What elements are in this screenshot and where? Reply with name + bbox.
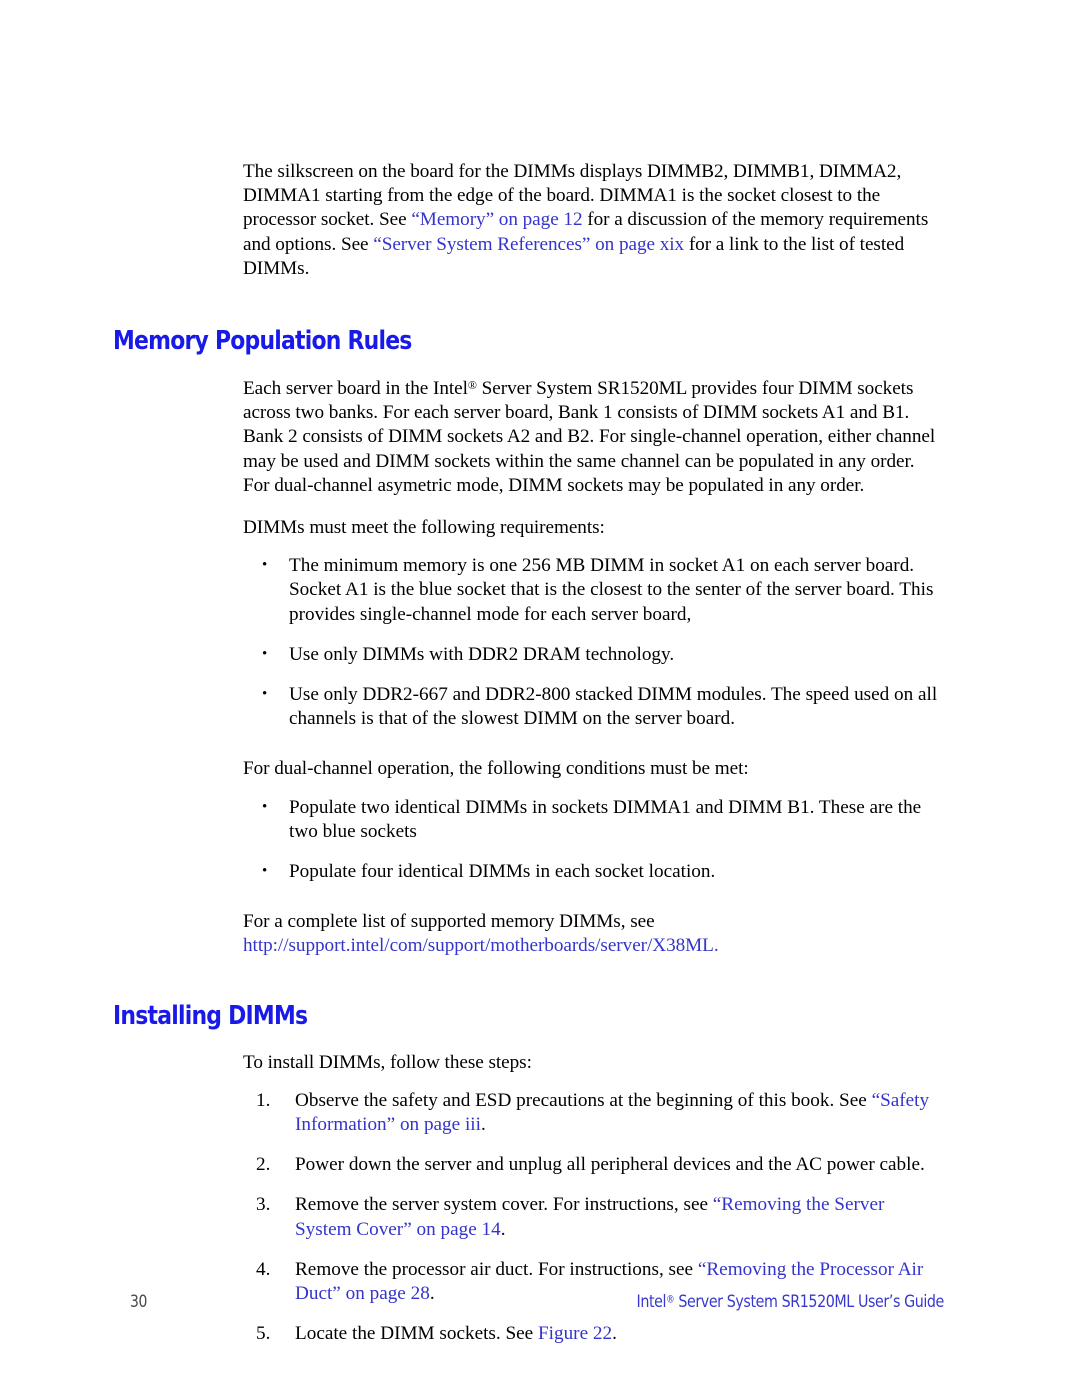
memory-rules-paragraph: Each server board in the Intel® Server S… (243, 377, 943, 498)
supported-dimms-period: . (713, 935, 719, 957)
step-text-after: . (480, 1114, 486, 1136)
footer-title-rest: Server System SR1520ML User’s Guide (674, 1292, 944, 1312)
list-item: Power down the server and unplug all per… (243, 1153, 943, 1177)
page-content: The silkscreen on the board for the DIMM… (113, 160, 943, 1363)
document-page: The silkscreen on the board for the DIMM… (0, 0, 1080, 1397)
step-text-before: Locate the DIMM sockets. See (295, 1323, 538, 1345)
server-system-references-link[interactable]: “Server System References” on page xix (373, 234, 684, 255)
step-text-before: Remove the server system cover. For inst… (295, 1194, 713, 1216)
list-item: Use only DIMMs with DDR2 DRAM technology… (243, 642, 943, 667)
memory-rules-text-a: Each server board in the Intel (243, 378, 468, 400)
requirements-lead-text: DIMMs must meet the following requiremen… (243, 517, 605, 539)
intro-paragraph: The silkscreen on the board for the DIMM… (243, 160, 943, 281)
list-item: Remove the server system cover. For inst… (243, 1193, 943, 1241)
memory-page-12-link[interactable]: “Memory” on page 12 (411, 209, 582, 230)
step-text-before: Observe the safety and ESD precautions a… (295, 1089, 872, 1111)
list-item: Observe the safety and ESD precautions a… (243, 1089, 943, 1137)
step-text-before: Power down the server and unplug all per… (295, 1154, 925, 1176)
footer-document-title: Intel® Server System SR1520ML User’s Gui… (636, 1292, 945, 1312)
supported-dimms-url-link[interactable]: http://support.intel/com/support/motherb… (243, 935, 714, 956)
supported-dimms-text: For a complete list of supported memory … (243, 911, 655, 933)
figure-22-link[interactable]: Figure 22 (538, 1323, 612, 1344)
step-text-after: . (612, 1323, 617, 1345)
dual-channel-bullet-list: Populate two identical DIMMs in sockets … (243, 795, 943, 885)
footer-page-number: 30 (130, 1292, 148, 1312)
installing-dimms-lead-text: To install DIMMs, follow these steps: (243, 1051, 532, 1073)
list-item: Locate the DIMM sockets. See Figure 22. (243, 1322, 943, 1346)
dual-channel-lead-text: For dual-channel operation, the followin… (243, 758, 749, 780)
list-item: Use only DDR2-667 and DDR2-800 stacked D… (243, 682, 943, 731)
requirements-bullet-list: The minimum memory is one 256 MB DIMM in… (243, 553, 943, 731)
footer-title-prefix: Intel (636, 1292, 667, 1312)
heading-memory-population-rules: Memory Population Rules (113, 326, 412, 357)
registered-trademark-symbol: ® (467, 378, 477, 393)
list-item: The minimum memory is one 256 MB DIMM in… (243, 553, 943, 627)
list-item: Populate two identical DIMMs in sockets … (243, 795, 943, 844)
step-text-after: . (500, 1218, 506, 1240)
list-item: Populate four identical DIMMs in each so… (243, 859, 943, 884)
supported-dimms-paragraph: For a complete list of supported memory … (243, 910, 943, 958)
heading-installing-dimms: Installing DIMMs (113, 1000, 308, 1031)
registered-trademark-symbol: ® (666, 1294, 675, 1306)
step-text-before: Remove the processor air duct. For instr… (295, 1258, 698, 1280)
page-footer: 30 Intel® Server System SR1520ML User’s … (0, 1292, 1080, 1318)
